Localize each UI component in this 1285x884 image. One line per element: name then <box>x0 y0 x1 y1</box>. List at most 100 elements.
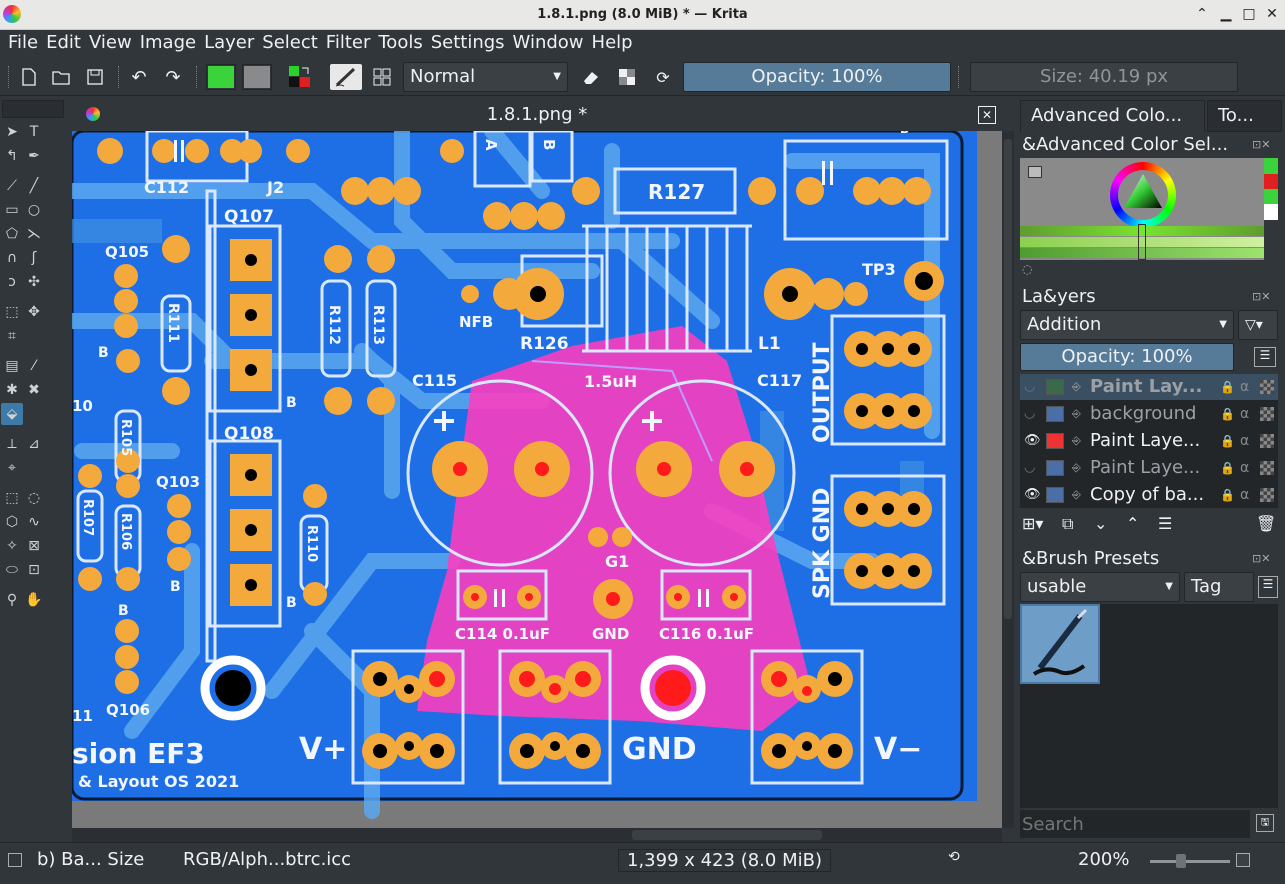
inherit-alpha-icon[interactable] <box>1260 488 1274 502</box>
blend-mode-select[interactable]: Normal ▼ <box>403 62 568 92</box>
layer-opacity-slider[interactable]: Opacity: 100% <box>1020 343 1234 371</box>
canvas-area[interactable]: C112 J2 Q107 Q105 B 10 NFB R126 R127 L1 … <box>72 131 1002 828</box>
brush-search-input[interactable] <box>1020 810 1250 838</box>
horizontal-scroll-thumb[interactable] <box>632 830 822 840</box>
redo-icon[interactable]: ↷ <box>162 64 184 90</box>
docker-tab-tool-options[interactable]: To... <box>1207 100 1282 132</box>
docker-tab-advanced-color[interactable]: Advanced Colo... <box>1020 100 1205 132</box>
inherit-alpha-icon[interactable] <box>1260 380 1274 394</box>
document-tab[interactable]: 1.8.1.png * ✕ <box>72 100 1002 130</box>
alpha-lock-icon[interactable]: α <box>1240 401 1249 427</box>
transform-tool-icon[interactable]: ⬚ <box>1 301 23 323</box>
polygon-select-icon[interactable]: ⬡ <box>1 511 23 533</box>
menu-settings[interactable]: Settings <box>427 30 509 58</box>
move-tool-icon[interactable]: ✥ <box>23 301 45 323</box>
alpha-lock-icon[interactable]: α <box>1240 428 1249 454</box>
lock-icon[interactable]: 🔒 <box>1220 455 1235 481</box>
brush-dock-float-close-icon[interactable]: ⊡✕ <box>1252 552 1270 565</box>
rect-select-icon[interactable]: ⬚ <box>1 487 23 509</box>
pan-tool-icon[interactable]: ✋ <box>23 589 45 611</box>
menu-tools[interactable]: Tools <box>374 30 426 58</box>
menu-select[interactable]: Select <box>258 30 322 58</box>
polyline-tool-icon[interactable]: ⋋ <box>23 223 45 245</box>
brush-preset-icon[interactable] <box>330 64 362 90</box>
minimize-icon[interactable]: ▁ <box>1217 5 1235 23</box>
new-document-icon[interactable] <box>18 64 40 90</box>
preserve-alpha-icon[interactable] <box>614 64 640 90</box>
layer-filter-button[interactable]: ▽▾ <box>1238 310 1278 340</box>
rectangle-tool-icon[interactable]: ▭ <box>1 199 23 221</box>
delete-layer-icon[interactable]: 🗑 <box>1256 514 1276 533</box>
status-colorspace[interactable]: RGB/Alph...btrc.icc <box>183 849 351 870</box>
freehand-brush-icon[interactable]: ⟋ <box>1 175 23 197</box>
dock-float-close-icon[interactable]: ⊡✕ <box>1252 138 1270 151</box>
reload-preset-icon[interactable]: ⟳ <box>650 64 676 90</box>
ellipse-tool-icon[interactable]: ○ <box>23 199 45 221</box>
layer-row[interactable]: ◡ ⎆ Paint Laye... 🔒 α <box>1020 455 1278 481</box>
lock-icon[interactable]: 🔒 <box>1220 482 1235 508</box>
fullscreen-toggle-icon[interactable] <box>1236 853 1250 867</box>
eye-closed-icon[interactable]: ◡ <box>1024 374 1035 400</box>
save-icon[interactable] <box>84 64 106 90</box>
eye-closed-icon[interactable]: ◡ <box>1024 455 1035 481</box>
menu-window[interactable]: Window <box>509 30 588 58</box>
close-icon[interactable]: ✕ <box>1263 5 1281 23</box>
crop-tool-icon[interactable]: ⌗ <box>1 325 23 347</box>
similar-select-icon[interactable]: ⊠ <box>23 535 45 557</box>
perspective-icon[interactable]: ⊿ <box>23 433 45 455</box>
inherit-alpha-icon[interactable] <box>1260 407 1274 421</box>
color-history-swatches[interactable] <box>1264 158 1278 220</box>
chevron-up-icon[interactable]: ⌃ <box>1193 5 1211 23</box>
foreground-color-swatch[interactable] <box>206 64 236 90</box>
background-color-swatch[interactable] <box>242 64 272 90</box>
canvas-vertical-scrollbar[interactable] <box>1002 131 1014 828</box>
alpha-lock-icon[interactable]: α <box>1240 455 1249 481</box>
hue-ring[interactable] <box>1110 162 1176 228</box>
eye-open-icon[interactable]: 👁 <box>1024 482 1041 508</box>
bezier-select-icon[interactable]: ⬭ <box>1 559 23 581</box>
menu-layer[interactable]: Layer <box>200 30 258 58</box>
layer-row[interactable]: 👁 ⎆ Copy of ba... 🔒 α <box>1020 482 1278 508</box>
menu-help[interactable]: Help <box>588 30 637 58</box>
brush-tag-select[interactable]: usable ▼ <box>1020 572 1180 602</box>
move-layer-up-icon[interactable]: ⌃ <box>1126 514 1139 533</box>
freehand-path-icon[interactable]: ʃ <box>23 247 45 269</box>
color-selector-widget[interactable] <box>1020 158 1264 260</box>
color-slider-handle[interactable] <box>1138 224 1146 260</box>
color-selector-reset-icon[interactable]: ◌ <box>1022 262 1032 276</box>
layer-settings-icon[interactable]: ☰ <box>1158 514 1172 533</box>
lock-icon[interactable]: 🔒 <box>1220 428 1235 454</box>
layers-dock-float-close-icon[interactable]: ⊡✕ <box>1252 290 1270 303</box>
opacity-slider[interactable]: Opacity: 100% <box>683 62 951 92</box>
smart-patch-icon[interactable]: ✱ <box>1 379 23 401</box>
lock-icon[interactable]: 🔒 <box>1220 374 1235 400</box>
calligraphy-icon[interactable]: ✒ <box>23 145 45 167</box>
ellipse-select-icon[interactable]: ◌ <box>23 487 45 509</box>
edit-shapes-icon[interactable]: ↰ <box>1 145 23 167</box>
move-layer-down-icon[interactable]: ⌄ <box>1094 514 1107 533</box>
undo-icon[interactable]: ↶ <box>128 64 150 90</box>
inherit-alpha-icon[interactable] <box>1260 434 1274 448</box>
menu-view[interactable]: View <box>85 30 136 58</box>
canvas-horizontal-scrollbar[interactable] <box>72 828 1002 842</box>
zoom-tool-icon[interactable]: ⚲ <box>1 589 23 611</box>
text-tool-icon[interactable]: T <box>23 121 45 143</box>
dynamic-brush-icon[interactable]: ↄ <box>1 271 23 293</box>
maximize-icon[interactable]: □ <box>1240 5 1258 23</box>
menu-edit[interactable]: Edit <box>42 30 85 58</box>
close-document-icon[interactable]: ✕ <box>978 106 996 124</box>
add-layer-icon[interactable]: ⊞▾ <box>1022 514 1043 533</box>
menu-file[interactable]: File <box>4 30 42 58</box>
menu-filter[interactable]: Filter <box>322 30 375 58</box>
inherit-alpha-icon[interactable] <box>1260 461 1274 475</box>
contiguous-select-icon[interactable]: ✧ <box>1 535 23 557</box>
gradient-tool-icon[interactable]: ▤ <box>1 355 23 377</box>
alpha-lock-icon[interactable]: α <box>1240 374 1249 400</box>
line-tool-icon[interactable]: ╱ <box>23 175 45 197</box>
layer-blend-mode-select[interactable]: Addition ▼ <box>1020 310 1234 340</box>
brush-settings-grid-icon[interactable] <box>370 64 394 90</box>
size-slider[interactable]: Size: 40.19 px <box>970 62 1238 92</box>
color-picker-icon[interactable]: ⁄ <box>23 355 45 377</box>
select-shapes-icon[interactable]: ➤ <box>1 121 23 143</box>
rotation-reset-icon[interactable]: ⟲ <box>948 849 960 865</box>
